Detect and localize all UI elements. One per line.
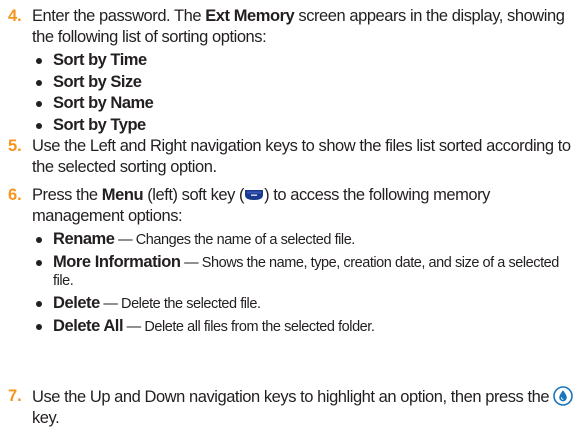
sort-option: Sort by Size [32,72,577,94]
step-text-before: Press the [32,186,102,204]
option-dash: — [99,296,122,312]
memory-option: Delete All — Delete all files from the s… [32,317,577,336]
step-text: Use the Up and Down navigation keys to h… [32,386,577,429]
option-term: Rename [53,230,115,248]
step-number: 7. [8,387,22,405]
step-number: 4. [8,7,22,25]
option-desc: Changes the name of a selected file. [135,232,356,248]
memory-option: More Information — Shows the name, type,… [32,253,577,290]
memory-option: Rename — Changes the name of a selected … [32,230,577,249]
screen-name: Ext Memory [205,7,295,25]
option-term: Delete All [53,317,124,335]
menu-label: Menu [101,186,144,204]
option-term: Delete [53,294,100,312]
left-softkey-icon [244,186,264,200]
option-dash: — [114,232,136,248]
sorting-options-list: Sort by Time Sort by Size Sort by Name S… [32,50,577,136]
step-text-before: Use the Up and Down navigation keys to h… [32,388,554,406]
option-term: More Information [53,253,181,271]
sort-option: Sort by Type [32,115,577,137]
option-desc: Delete all files from the selected folde… [144,319,375,335]
step-text-middle: (left) soft key ( [143,186,245,204]
option-dash: — [180,255,202,271]
sort-option: Sort by Time [32,50,577,72]
ok-key-icon [553,386,573,406]
step-text: Enter the password. The Ext Memory scree… [32,6,577,48]
step-text: Press the Menu (left) soft key () to acc… [32,185,577,227]
option-dash: — [123,319,145,335]
sort-option: Sort by Name [32,93,577,115]
option-desc: Delete the selected file. [121,296,261,312]
manual-page: 4. Enter the password. The Ext Memory sc… [0,0,585,437]
memory-options-list: Rename — Changes the name of a selected … [32,230,577,340]
step-text: Use the Left and Right navigation keys t… [32,137,571,176]
step-text-before: Enter the password. The [32,7,206,25]
step-number: 6. [8,186,22,204]
memory-option: Delete — Delete the selected file. [32,294,577,313]
step-number: 5. [8,137,22,155]
step-text-after: key. [32,409,60,427]
